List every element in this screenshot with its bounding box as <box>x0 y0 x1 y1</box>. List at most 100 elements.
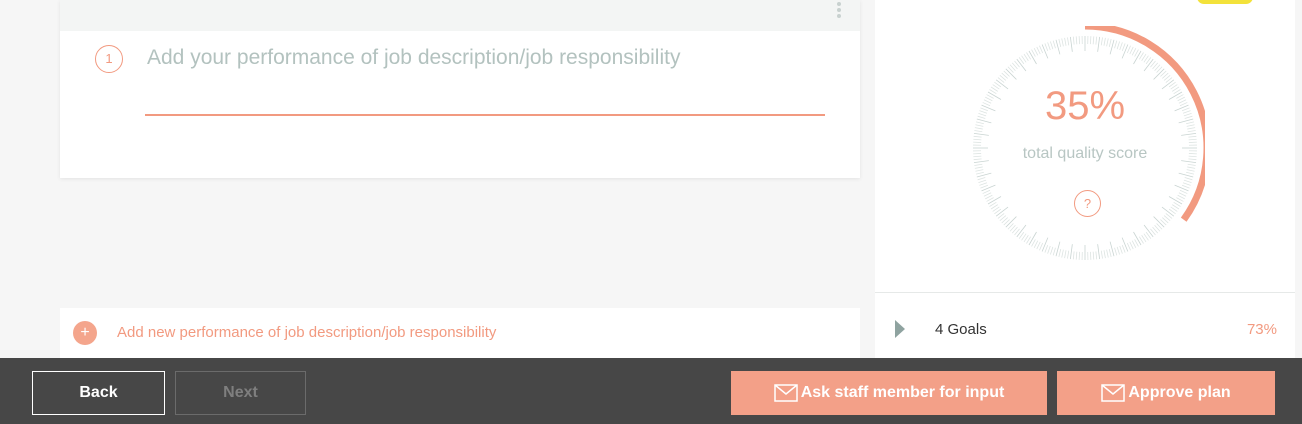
gauge-tick <box>1064 37 1067 46</box>
gauge-tick <box>1133 50 1142 65</box>
gauge-tick <box>1188 135 1197 138</box>
ask-staff-button[interactable]: Ask staff member for input <box>731 371 1047 415</box>
gauge-tick <box>979 182 988 186</box>
gauge-tick <box>1108 249 1112 257</box>
score-label: total quality score <box>1022 145 1148 162</box>
gauge-tick <box>973 138 982 141</box>
help-icon[interactable]: ? <box>1074 190 1101 217</box>
gauge-tick <box>1177 194 1185 200</box>
expand-arrow-icon[interactable] <box>895 320 905 338</box>
gauge-tick <box>978 179 987 183</box>
gauge-tick <box>1116 41 1120 50</box>
gauge-tick <box>1069 36 1073 52</box>
gauge-tick <box>981 104 996 112</box>
gauge-tick <box>1182 182 1191 186</box>
gauge-tick <box>1183 179 1192 183</box>
gauge-tick <box>1121 237 1129 252</box>
gauge-tick <box>982 189 991 194</box>
gauge-tick <box>1033 48 1039 56</box>
gauge-tick <box>1075 36 1078 45</box>
gauge-tick <box>1126 45 1131 54</box>
status-badge <box>1197 0 1253 4</box>
goals-count-label: 4 Goals <box>935 321 987 338</box>
goals-row[interactable]: 4 Goals 73% <box>875 293 1295 358</box>
gauge-tick <box>1176 197 1184 202</box>
approve-plan-button[interactable]: Approve plan <box>1057 371 1275 415</box>
gauge-tick <box>979 110 988 114</box>
gauge-tick <box>1095 36 1098 45</box>
gauge-tick <box>1036 241 1041 250</box>
gauge-tick <box>1100 250 1103 259</box>
footer-action-bar: Back Next Ask staff member for input App… <box>0 358 1302 424</box>
add-plus-icon[interactable]: + <box>73 321 97 345</box>
gauge-tick <box>973 135 982 138</box>
gauge-tick <box>1178 192 1187 197</box>
gauge-tick <box>986 197 994 202</box>
gauge-tick <box>1181 160 1197 164</box>
gauge-tick <box>1181 184 1190 189</box>
gauge-tick <box>1187 127 1196 130</box>
gauge-tick <box>1033 240 1039 248</box>
gauge-tick <box>1067 37 1070 46</box>
gauge-tick <box>974 127 983 130</box>
gauge-tick <box>1184 115 1193 119</box>
gauge-tick <box>1179 102 1188 107</box>
gauge-tick <box>1129 241 1134 250</box>
gauge-tick <box>986 94 994 99</box>
gauge-tick <box>1182 110 1191 114</box>
gauge-tick <box>1072 36 1075 45</box>
gauge-tick <box>1114 247 1118 256</box>
input-underline <box>145 114 825 116</box>
gauge-tick <box>977 177 986 181</box>
gauge-tick <box>1188 138 1197 141</box>
approve-plan-button-label: Approve plan <box>1128 384 1231 401</box>
gauge-tick <box>1119 42 1123 51</box>
gauge-tick <box>1052 247 1056 256</box>
gauge-tick <box>982 102 991 107</box>
gauge-tick <box>1064 250 1067 259</box>
gauge-tick <box>1131 240 1137 248</box>
gauge-tick <box>974 163 983 166</box>
gauge-tick <box>1121 43 1126 52</box>
gauge-tick <box>1100 37 1103 46</box>
gauge-tick <box>1186 121 1194 125</box>
gauge-tick <box>1050 41 1054 50</box>
gauge-tick <box>1134 49 1139 57</box>
gauge-tick <box>973 155 982 158</box>
gauge-tick <box>1097 36 1101 52</box>
gauge-tick <box>1072 251 1075 260</box>
gauge-tick <box>1092 251 1095 260</box>
back-button-label: Back <box>79 384 118 401</box>
gauge-tick <box>1044 43 1049 52</box>
more-options-icon[interactable] <box>836 2 842 18</box>
gauge-tick <box>1050 246 1054 255</box>
responsibility-input[interactable] <box>145 40 825 76</box>
gauge-tick <box>1031 239 1036 247</box>
gauge-tick <box>1095 251 1098 260</box>
gauge-tick <box>1134 239 1139 247</box>
gauge-tick <box>978 113 987 117</box>
gauge-tick <box>1119 245 1123 254</box>
gauge-tick <box>985 96 993 102</box>
gauge-tick <box>1176 94 1184 99</box>
gauge-tick <box>973 158 982 161</box>
gauge-tick <box>1186 124 1195 127</box>
gauge-tick <box>1187 166 1196 169</box>
gauge-tick <box>980 184 989 189</box>
gauge-tick <box>1116 246 1120 255</box>
gauge-tick <box>1183 113 1192 117</box>
envelope-icon <box>773 384 798 402</box>
gauge-tick <box>1061 38 1064 47</box>
gauge-tick <box>1181 107 1190 112</box>
gauge-tick <box>1069 244 1073 260</box>
gauge-tick <box>975 124 984 127</box>
add-new-responsibility-link[interactable]: Add new performance of job description/j… <box>117 324 496 341</box>
add-new-responsibility-row[interactable]: + Add new performance of job description… <box>60 308 860 358</box>
gauge-tick <box>1179 189 1188 194</box>
gauge-tick <box>981 184 996 192</box>
gauge-tick <box>983 99 992 104</box>
gauge-tick <box>1031 49 1036 57</box>
gauge-tick <box>1047 245 1051 254</box>
back-button[interactable]: Back <box>32 371 165 415</box>
next-button[interactable]: Next <box>175 371 306 415</box>
